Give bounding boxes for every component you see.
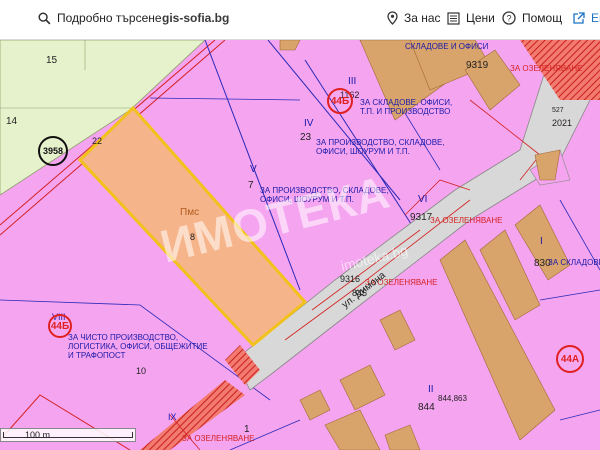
parcel-number: 2021 bbox=[552, 118, 573, 128]
zone-label: ЗА ПРОИЗВОДСТВО, СКЛАДОВЕ, bbox=[316, 138, 445, 147]
zone-badge: 44А bbox=[556, 345, 584, 373]
english-link[interactable]: En bbox=[572, 11, 600, 25]
parcel-id-badge: 3958 bbox=[38, 136, 68, 166]
zone-label: ЛОГИСТИКА, ОФИСИ, ОБЩЕЖИТИЕ bbox=[68, 342, 208, 351]
zone-label: ЗА ОЗЕЛЕНЯВАНЕ bbox=[510, 64, 583, 73]
zone-numeral: II bbox=[428, 384, 434, 395]
parcel-number: 9316 bbox=[340, 274, 361, 284]
help-label: Помощ bbox=[522, 11, 563, 25]
zone-label: ЗА ЧИСТО ПРОИЗВОДСТВО, bbox=[68, 333, 179, 342]
zone-numeral: VI bbox=[418, 194, 428, 205]
zone-label: Т.П. И ПРОИЗВОДСТВО bbox=[360, 107, 451, 116]
zone-badge: 44Б bbox=[48, 314, 72, 338]
zone-label: ЗА ОЗЕЛЕНЯВАНЕ bbox=[430, 216, 503, 225]
zone-numeral: I bbox=[540, 236, 543, 247]
zone-numeral: IX bbox=[168, 412, 177, 422]
detailed-search-label: Подробно търсене bbox=[57, 11, 162, 25]
zone-numeral: III bbox=[348, 76, 357, 87]
zone-label: ЗА СКЛАДОВЕ, ОФИСИ, bbox=[360, 98, 453, 107]
zone-label: ОФИСИ, ШОУРУМ И Т.П. bbox=[316, 147, 410, 156]
detailed-search-button[interactable]: Подробно търсене bbox=[38, 11, 162, 25]
cadastral-map[interactable]: 15 14 22 23 7 8 9319 9317 9316 845 830 8… bbox=[0, 40, 600, 450]
parcel-number: 844 bbox=[418, 402, 435, 413]
zone-badge: 44Б bbox=[327, 88, 353, 114]
parcel-number: 527 bbox=[552, 107, 564, 114]
parcel-number: 7 bbox=[248, 180, 254, 191]
price-list-icon bbox=[447, 11, 460, 25]
zone-numeral: IV bbox=[304, 118, 314, 129]
zone-label: ЗА СКЛАДОВЕ bbox=[548, 258, 600, 267]
about-button[interactable]: За нас bbox=[387, 11, 441, 25]
search-icon bbox=[38, 11, 51, 24]
parcel-number: 844,863 bbox=[438, 394, 467, 403]
zone-label: ЗА ОЗЕЛЕНЯВАНЕ bbox=[182, 434, 255, 443]
parcel-number: 15 bbox=[46, 55, 58, 66]
parcel-number: 22 bbox=[92, 136, 103, 146]
top-toolbar: Подробно търсене gis-sofia.bg За нас Цен… bbox=[0, 0, 600, 40]
zone-label: СКЛАДОВЕ И ОФИСИ bbox=[405, 42, 489, 51]
prices-label: Цени bbox=[466, 11, 495, 25]
english-label: En bbox=[591, 11, 600, 25]
svg-text:?: ? bbox=[506, 13, 511, 23]
help-icon: ? bbox=[502, 11, 516, 25]
scale-bar: 100 m bbox=[0, 428, 136, 442]
zone-numeral: V bbox=[250, 164, 257, 175]
prices-button[interactable]: Цени bbox=[447, 11, 495, 25]
location-pin-icon bbox=[387, 11, 398, 25]
brand-name: gis-sofia.bg bbox=[162, 11, 230, 25]
zone-label: И ТРАФОПОСТ bbox=[68, 351, 126, 360]
scale-label: 100 m bbox=[25, 430, 51, 440]
external-link-icon bbox=[573, 11, 585, 24]
parcel-number: 9319 bbox=[466, 60, 489, 71]
parcel-number: 14 bbox=[6, 116, 18, 127]
parcel-number: 10 bbox=[136, 366, 147, 376]
about-label: За нас bbox=[404, 11, 441, 25]
help-button[interactable]: ? Помощ bbox=[502, 11, 562, 25]
map-canvas bbox=[0, 40, 600, 450]
brand-link[interactable]: gis-sofia.bg bbox=[162, 11, 229, 25]
parcel-number: 23 bbox=[300, 132, 312, 143]
parcel-number: 9317 bbox=[410, 212, 433, 223]
